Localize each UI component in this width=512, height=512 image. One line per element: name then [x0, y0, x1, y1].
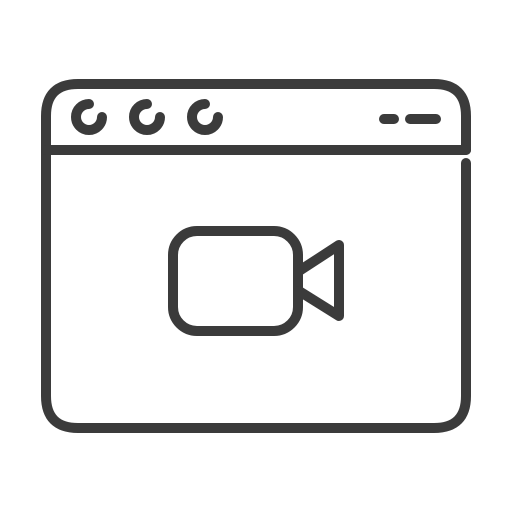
- camera-body: [168, 226, 303, 336]
- video-camera-icon: [168, 226, 344, 336]
- circle-control-icon: [129, 99, 165, 135]
- video-window-icon: [41, 79, 471, 433]
- icon-canvas: [0, 0, 512, 512]
- camera-lens-triangle: [294, 240, 344, 321]
- title-bar-controls: [71, 99, 441, 135]
- circle-control-icon: [187, 99, 223, 135]
- window-frame: [41, 79, 471, 433]
- circle-control-icon: [71, 99, 107, 135]
- window-outline: [41, 79, 471, 433]
